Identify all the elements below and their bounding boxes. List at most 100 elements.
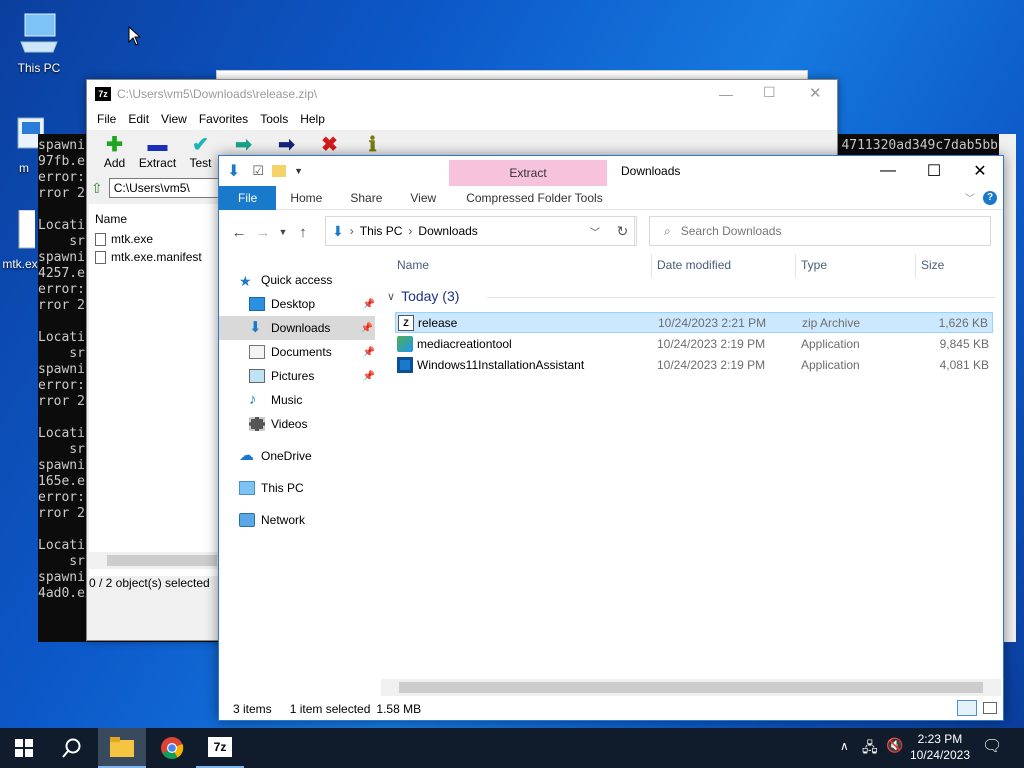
sevenzip-file-list[interactable]: Name mtk.exe mtk.exe.manifest bbox=[89, 204, 219, 576]
tab-share[interactable]: Share bbox=[336, 186, 396, 210]
maximize-icon[interactable]: ☐ bbox=[911, 156, 957, 186]
network-status-icon[interactable]: 🖧 bbox=[862, 737, 878, 761]
column-header-type[interactable]: Type bbox=[801, 258, 827, 272]
taskbar-clock[interactable]: 2:23 PM 10/24/2023 bbox=[910, 731, 970, 763]
menu-edit[interactable]: Edit bbox=[122, 112, 155, 126]
scroll-thumb[interactable] bbox=[107, 555, 217, 566]
download-arrow-icon: ⬇ bbox=[227, 163, 241, 180]
scroll-thumb[interactable] bbox=[399, 682, 983, 693]
taskbar-file-explorer[interactable] bbox=[98, 728, 146, 768]
tab-home[interactable]: Home bbox=[276, 186, 336, 210]
notifications-icon[interactable]: 🗨 bbox=[982, 736, 1002, 756]
list-item[interactable]: mtk.exe bbox=[89, 230, 219, 248]
info-button[interactable]: ℹ bbox=[351, 134, 394, 156]
minimize-icon[interactable]: — bbox=[865, 156, 911, 186]
delete-button[interactable]: ✖ bbox=[308, 134, 351, 156]
clock-time: 2:23 PM bbox=[917, 732, 963, 746]
breadcrumb-downloads[interactable]: Downloads bbox=[418, 224, 477, 238]
file-list[interactable]: Name Date modified Type Size ∨ Today (3)… bbox=[387, 250, 1005, 680]
nav-downloads[interactable]: ⬇ Downloads 📌 bbox=[219, 316, 375, 340]
desktop-icon-mtk[interactable]: mtk.ex bbox=[0, 209, 46, 271]
nav-quick-access[interactable]: ★ Quick access bbox=[239, 268, 332, 292]
search-button[interactable] bbox=[48, 728, 96, 768]
film-icon bbox=[249, 417, 265, 431]
pin-icon[interactable]: 📌 bbox=[363, 299, 375, 310]
column-divider[interactable] bbox=[795, 254, 796, 278]
maximize-icon[interactable]: ☐ bbox=[763, 84, 776, 101]
table-row[interactable]: Z release 10/24/2023 2:21 PM zip Archive… bbox=[395, 312, 993, 333]
add-button[interactable]: ✚ Add bbox=[93, 134, 136, 170]
group-header-today[interactable]: ∨ Today (3) bbox=[387, 288, 459, 304]
menu-tools[interactable]: Tools bbox=[254, 112, 294, 126]
column-divider[interactable] bbox=[651, 254, 652, 278]
close-icon[interactable]: ✕ bbox=[809, 84, 822, 102]
test-button[interactable]: ✔ Test bbox=[179, 134, 222, 170]
up-arrow-icon[interactable]: ↑ bbox=[291, 224, 315, 241]
column-divider[interactable] bbox=[915, 254, 916, 278]
properties-icon[interactable]: ☑ bbox=[252, 163, 264, 179]
explorer-hscrollbar[interactable] bbox=[381, 679, 1001, 696]
nav-network[interactable]: Network bbox=[239, 508, 305, 532]
nav-onedrive[interactable]: ☁ OneDrive bbox=[239, 444, 312, 468]
start-button[interactable] bbox=[0, 728, 48, 768]
close-icon[interactable]: ✕ bbox=[957, 156, 1003, 186]
tab-compressed-folder-tools[interactable]: Compressed Folder Tools bbox=[452, 186, 617, 210]
large-icons-view-icon[interactable] bbox=[983, 702, 997, 714]
column-header-name[interactable]: Name bbox=[397, 258, 429, 272]
column-header-size[interactable]: Size bbox=[921, 258, 944, 272]
search-input[interactable]: ⌕ Search Downloads bbox=[649, 216, 991, 246]
list-item[interactable]: mtk.exe.manifest bbox=[89, 248, 219, 266]
pin-icon[interactable]: 📌 bbox=[363, 371, 375, 382]
desktop-icon-this-pc[interactable]: This PC bbox=[4, 10, 74, 75]
menu-file[interactable]: File bbox=[91, 112, 122, 126]
info-icon: ℹ bbox=[368, 134, 377, 156]
column-name-header[interactable]: Name bbox=[89, 204, 219, 230]
nav-this-pc[interactable]: This PC bbox=[239, 476, 304, 500]
nav-pictures[interactable]: Pictures 📌 bbox=[249, 364, 377, 388]
minimize-icon[interactable]: — bbox=[719, 86, 733, 102]
ribbon-expand-icon[interactable]: ﹀ bbox=[965, 190, 975, 205]
back-arrow-icon[interactable]: ← bbox=[227, 224, 251, 241]
pin-icon[interactable]: 📌 bbox=[363, 347, 375, 358]
menu-view[interactable]: View bbox=[155, 112, 193, 126]
clock-date: 10/24/2023 bbox=[909, 748, 970, 762]
forward-arrow-icon[interactable]: → bbox=[251, 224, 275, 241]
menu-help[interactable]: Help bbox=[294, 112, 331, 126]
details-view-icon[interactable] bbox=[957, 700, 977, 716]
context-tab-extract[interactable]: Extract bbox=[449, 160, 607, 186]
breadcrumb-this-pc[interactable]: This PC bbox=[360, 224, 403, 238]
nav-desktop[interactable]: Desktop 📌 bbox=[249, 292, 377, 316]
refresh-button[interactable]: ↻ bbox=[609, 216, 637, 246]
file-icon bbox=[95, 232, 106, 246]
tab-file[interactable]: File bbox=[219, 185, 277, 210]
volume-muted-icon[interactable]: 🔇 bbox=[886, 737, 903, 754]
taskbar-7zip[interactable]: 7z bbox=[196, 728, 244, 768]
chevron-down-icon[interactable]: ▼ bbox=[294, 166, 303, 176]
extract-button[interactable]: ▬ Extract bbox=[136, 134, 179, 170]
copy-button[interactable]: ➡ bbox=[222, 134, 265, 156]
sevenzip-hscrollbar[interactable] bbox=[89, 552, 219, 569]
new-folder-icon[interactable] bbox=[272, 165, 287, 177]
sevenzip-address-field[interactable]: C:\Users\vm5\ bbox=[108, 178, 219, 198]
sevenzip-titlebar[interactable]: 7z C:\Users\vm5\Downloads\release.zip\ —… bbox=[87, 80, 837, 108]
address-dropdown-icon[interactable]: ﹀ bbox=[590, 224, 600, 239]
recent-chevron-icon[interactable]: ▼ bbox=[275, 227, 291, 237]
explorer-window[interactable]: ⬇ ☑ ▼ Extract Downloads — ☐ ✕ File Home … bbox=[218, 155, 1004, 721]
address-bar[interactable]: ⬇ › This PC › Downloads ﹀ bbox=[325, 216, 635, 246]
table-row[interactable]: mediacreationtool 10/24/2023 2:19 PM App… bbox=[395, 333, 993, 354]
move-button[interactable]: ➡ bbox=[265, 134, 308, 156]
move-arrow-icon: ➡ bbox=[278, 134, 295, 156]
show-hidden-icons-icon[interactable]: ∧ bbox=[840, 739, 849, 753]
nav-music[interactable]: ♪ Music bbox=[249, 388, 302, 412]
status-item-count: 3 items bbox=[233, 702, 272, 716]
table-row[interactable]: Windows11InstallationAssistant 10/24/202… bbox=[395, 354, 993, 375]
taskbar-chrome[interactable] bbox=[148, 728, 196, 768]
menu-favorites[interactable]: Favorites bbox=[193, 112, 254, 126]
pin-icon[interactable]: 📌 bbox=[361, 323, 373, 334]
tab-view[interactable]: View bbox=[396, 186, 450, 210]
column-header-date[interactable]: Date modified bbox=[657, 258, 731, 272]
nav-videos[interactable]: Videos bbox=[249, 412, 307, 436]
nav-documents[interactable]: Documents 📌 bbox=[249, 340, 377, 364]
help-icon[interactable]: ? bbox=[983, 190, 997, 205]
up-folder-icon[interactable]: ⇧ bbox=[91, 180, 103, 197]
